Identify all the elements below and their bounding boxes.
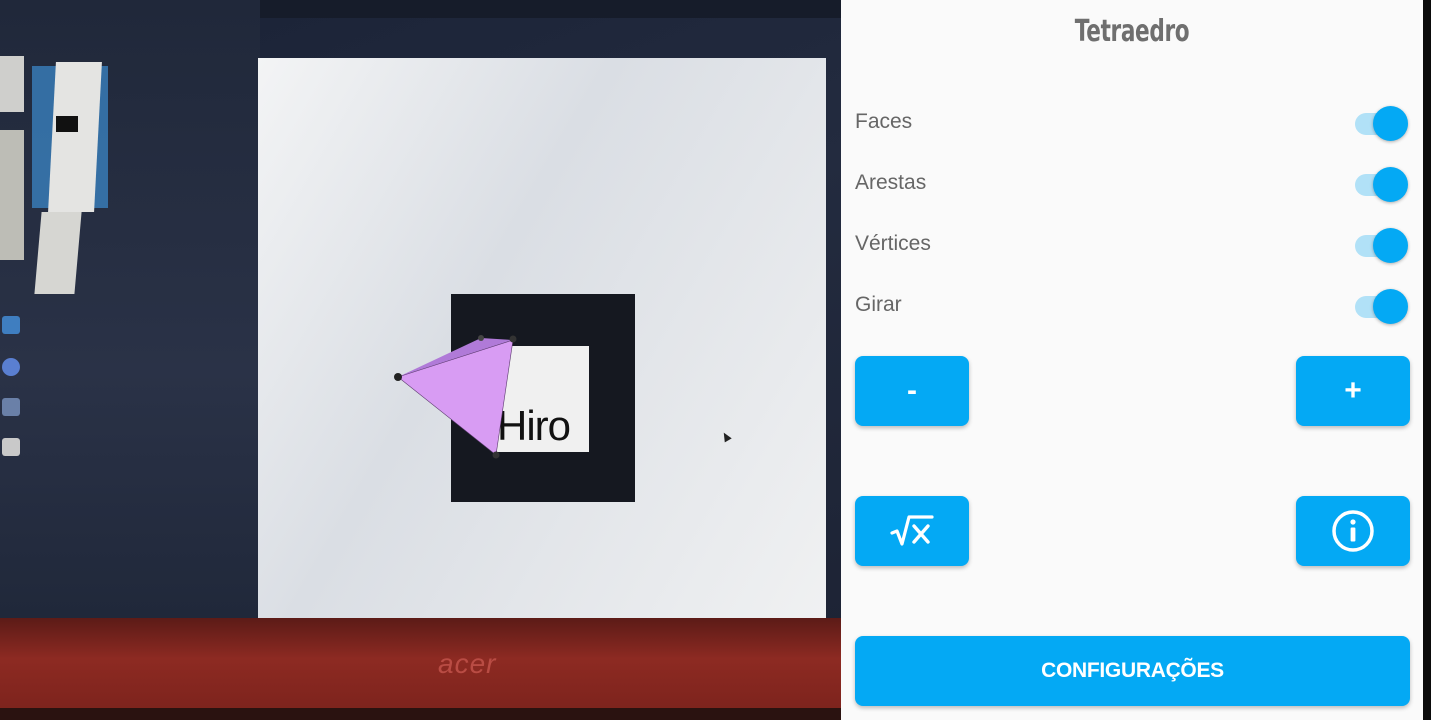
ar-app: Hiro acer Tetraedro Faces Arestas Vértic… [0,0,1431,720]
toggle-label-arestas: Arestas [855,171,927,194]
settings-button-label: CONFIGURAÇÕES [1041,659,1224,682]
girar-toggle[interactable] [1349,286,1409,324]
toggle-row-vertices: Vértices [855,222,1409,263]
page-title: Tetraedro [1074,14,1190,49]
laptop-brand-logo: acer [438,648,497,679]
settings-button[interactable]: CONFIGURAÇÕES [855,636,1410,706]
tetrahedron-vertex [394,373,402,381]
tetrahedron-overlay [394,335,517,459]
arestas-toggle[interactable] [1349,164,1409,202]
faces-toggle[interactable] [1349,103,1409,141]
square-root-x-icon [890,515,934,546]
decrease-button[interactable]: - [855,356,969,426]
toggle-knob [1373,106,1408,141]
decrease-button-label: - [907,374,917,407]
toggle-row-girar: Girar [855,283,1409,324]
toggle-row-arestas: Arestas [855,161,1409,202]
control-panel: Tetraedro Faces Arestas Vértices Girar -… [841,0,1423,720]
info-button[interactable] [1296,496,1410,566]
increase-button[interactable]: + [1296,356,1410,426]
toggle-knob [1373,167,1408,202]
formula-button[interactable] [855,496,969,566]
laptop-base [0,618,841,720]
toggle-label-faces: Faces [855,110,913,133]
screen-edge [1423,0,1431,720]
toggle-row-faces: Faces [855,100,1409,141]
tetrahedron-vertex [478,335,484,341]
info-circle-icon [1332,510,1374,552]
toggle-knob [1373,228,1408,263]
vertices-toggle[interactable] [1349,225,1409,263]
laptop-keyboard [0,708,841,720]
toggle-label-girar: Girar [855,293,902,316]
tetrahedron-vertex [492,451,500,459]
camera-view: Hiro acer [0,0,841,720]
toggle-label-vertices: Vértices [855,232,931,255]
tetrahedron-vertex [509,335,517,343]
toggle-knob [1373,289,1408,324]
increase-button-label: + [1344,374,1362,407]
